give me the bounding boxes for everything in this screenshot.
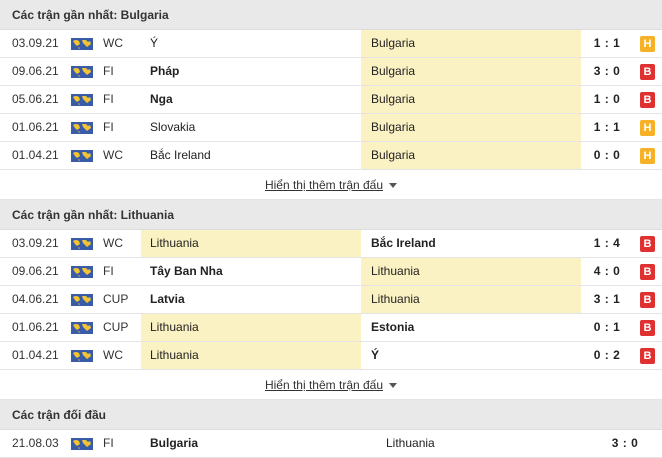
match-date: 05.06.21 [12, 92, 59, 106]
recent-matches-lithuania: Các trận gần nhất: Lithuania 03.09.21 WC… [0, 200, 662, 400]
world-map-flag-icon [71, 38, 93, 50]
league-code[interactable]: WC [103, 230, 123, 257]
match-row[interactable]: 01.04.21 WC Lithuania Ý 0 : 2 B [0, 342, 662, 370]
match-score[interactable]: 1 : 1 [581, 30, 633, 57]
away-team[interactable]: Ý [361, 342, 581, 369]
world-map-flag-icon [71, 94, 93, 106]
home-team[interactable]: Nga [141, 86, 361, 113]
away-team[interactable]: Lithuania [381, 430, 581, 457]
away-team[interactable]: Bulgaria [361, 58, 581, 85]
league-code[interactable]: WC [103, 342, 123, 369]
section-title: Các trận gần nhất: Lithuania [0, 200, 662, 230]
match-date: 01.06.21 [12, 320, 59, 334]
match-row[interactable]: 21.08.03 FI Bulgaria Lithuania 3 : 0 [0, 430, 662, 458]
show-more-link[interactable]: Hiển thị thêm trận đấu [265, 178, 383, 192]
match-score[interactable]: 1 : 4 [581, 230, 633, 257]
match-row[interactable]: 03.09.21 WC Lithuania Bắc Ireland 1 : 4 … [0, 230, 662, 258]
away-team[interactable]: Bulgaria [361, 114, 581, 141]
world-map-flag-icon [71, 350, 93, 362]
world-map-flag-icon [71, 150, 93, 162]
section-title: Các trận đối đầu [0, 400, 662, 430]
match-score[interactable]: 1 : 1 [581, 114, 633, 141]
match-date: 03.09.21 [12, 236, 59, 250]
match-date: 21.08.03 [12, 436, 59, 450]
match-row[interactable]: 01.06.21 FI Slovakia Bulgaria 1 : 1 H [0, 114, 662, 142]
match-date: 01.06.21 [12, 120, 59, 134]
result-badge: B [640, 92, 655, 108]
match-row[interactable]: 03.09.21 WC Ý Bulgaria 1 : 1 H [0, 30, 662, 58]
league-code[interactable]: CUP [103, 286, 128, 313]
home-team[interactable]: Ý [141, 30, 361, 57]
head-to-head: Các trận đối đầu 21.08.03 FI Bulgaria Li… [0, 400, 662, 458]
world-map-flag-icon [71, 322, 93, 334]
show-more-row: Hiển thị thêm trận đấu [0, 170, 662, 200]
match-score[interactable]: 3 : 1 [581, 286, 633, 313]
home-team[interactable]: Bắc Ireland [141, 142, 361, 169]
home-team[interactable]: Bulgaria [141, 430, 381, 457]
league-code[interactable]: FI [103, 58, 114, 85]
match-date: 01.04.21 [12, 348, 59, 362]
home-team[interactable]: Tây Ban Nha [141, 258, 361, 285]
match-date: 01.04.21 [12, 148, 59, 162]
away-team[interactable]: Estonia [361, 314, 581, 341]
match-date: 09.06.21 [12, 64, 59, 78]
match-date: 03.09.21 [12, 36, 59, 50]
match-score[interactable]: 4 : 0 [581, 258, 633, 285]
caret-down-icon[interactable] [389, 383, 398, 389]
result-badge: H [640, 120, 655, 136]
away-team[interactable]: Bắc Ireland [361, 230, 581, 257]
result-badge: H [640, 148, 655, 164]
home-team[interactable]: Lithuania [141, 314, 361, 341]
match-score[interactable]: 0 : 2 [581, 342, 633, 369]
result-badge: B [640, 264, 655, 280]
world-map-flag-icon [71, 438, 93, 450]
match-score[interactable]: 0 : 0 [581, 142, 633, 169]
match-row[interactable]: 01.04.21 WC Bắc Ireland Bulgaria 0 : 0 H [0, 142, 662, 170]
league-code[interactable]: FI [103, 258, 114, 285]
home-team[interactable]: Slovakia [141, 114, 361, 141]
recent-matches-bulgaria: Các trận gần nhất: Bulgaria 03.09.21 WC … [0, 0, 662, 200]
league-code[interactable]: CUP [103, 314, 128, 341]
match-row[interactable]: 09.06.21 FI Pháp Bulgaria 3 : 0 B [0, 58, 662, 86]
away-team[interactable]: Bulgaria [361, 142, 581, 169]
home-team[interactable]: Latvia [141, 286, 361, 313]
match-score[interactable]: 1 : 0 [581, 86, 633, 113]
result-badge: B [640, 236, 655, 252]
match-score[interactable]: 0 : 1 [581, 314, 633, 341]
home-team[interactable]: Lithuania [141, 230, 361, 257]
league-code[interactable]: FI [103, 86, 114, 113]
match-row[interactable]: 05.06.21 FI Nga Bulgaria 1 : 0 B [0, 86, 662, 114]
match-row[interactable]: 01.06.21 CUP Lithuania Estonia 0 : 1 B [0, 314, 662, 342]
caret-down-icon[interactable] [389, 183, 398, 189]
world-map-flag-icon [71, 238, 93, 250]
show-more-row: Hiển thị thêm trận đấu [0, 370, 662, 400]
match-score[interactable]: 3 : 0 [600, 430, 650, 457]
result-badge: B [640, 348, 655, 364]
league-code[interactable]: FI [103, 430, 114, 457]
match-date: 09.06.21 [12, 264, 59, 278]
away-team[interactable]: Bulgaria [361, 30, 581, 57]
result-badge: B [640, 292, 655, 308]
match-row[interactable]: 09.06.21 FI Tây Ban Nha Lithuania 4 : 0 … [0, 258, 662, 286]
result-badge: B [640, 320, 655, 336]
world-map-flag-icon [71, 294, 93, 306]
world-map-flag-icon [71, 66, 93, 78]
league-code[interactable]: WC [103, 30, 123, 57]
section-title: Các trận gần nhất: Bulgaria [0, 0, 662, 30]
away-team[interactable]: Lithuania [361, 258, 581, 285]
world-map-flag-icon [71, 266, 93, 278]
result-badge: B [640, 64, 655, 80]
home-team[interactable]: Lithuania [141, 342, 361, 369]
match-row[interactable]: 04.06.21 CUP Latvia Lithuania 3 : 1 B [0, 286, 662, 314]
league-code[interactable]: WC [103, 142, 123, 169]
league-code[interactable]: FI [103, 114, 114, 141]
match-score[interactable]: 3 : 0 [581, 58, 633, 85]
away-team[interactable]: Lithuania [361, 286, 581, 313]
match-date: 04.06.21 [12, 292, 59, 306]
show-more-link[interactable]: Hiển thị thêm trận đấu [265, 378, 383, 392]
world-map-flag-icon [71, 122, 93, 134]
home-team[interactable]: Pháp [141, 58, 361, 85]
away-team[interactable]: Bulgaria [361, 86, 581, 113]
result-badge: H [640, 36, 655, 52]
